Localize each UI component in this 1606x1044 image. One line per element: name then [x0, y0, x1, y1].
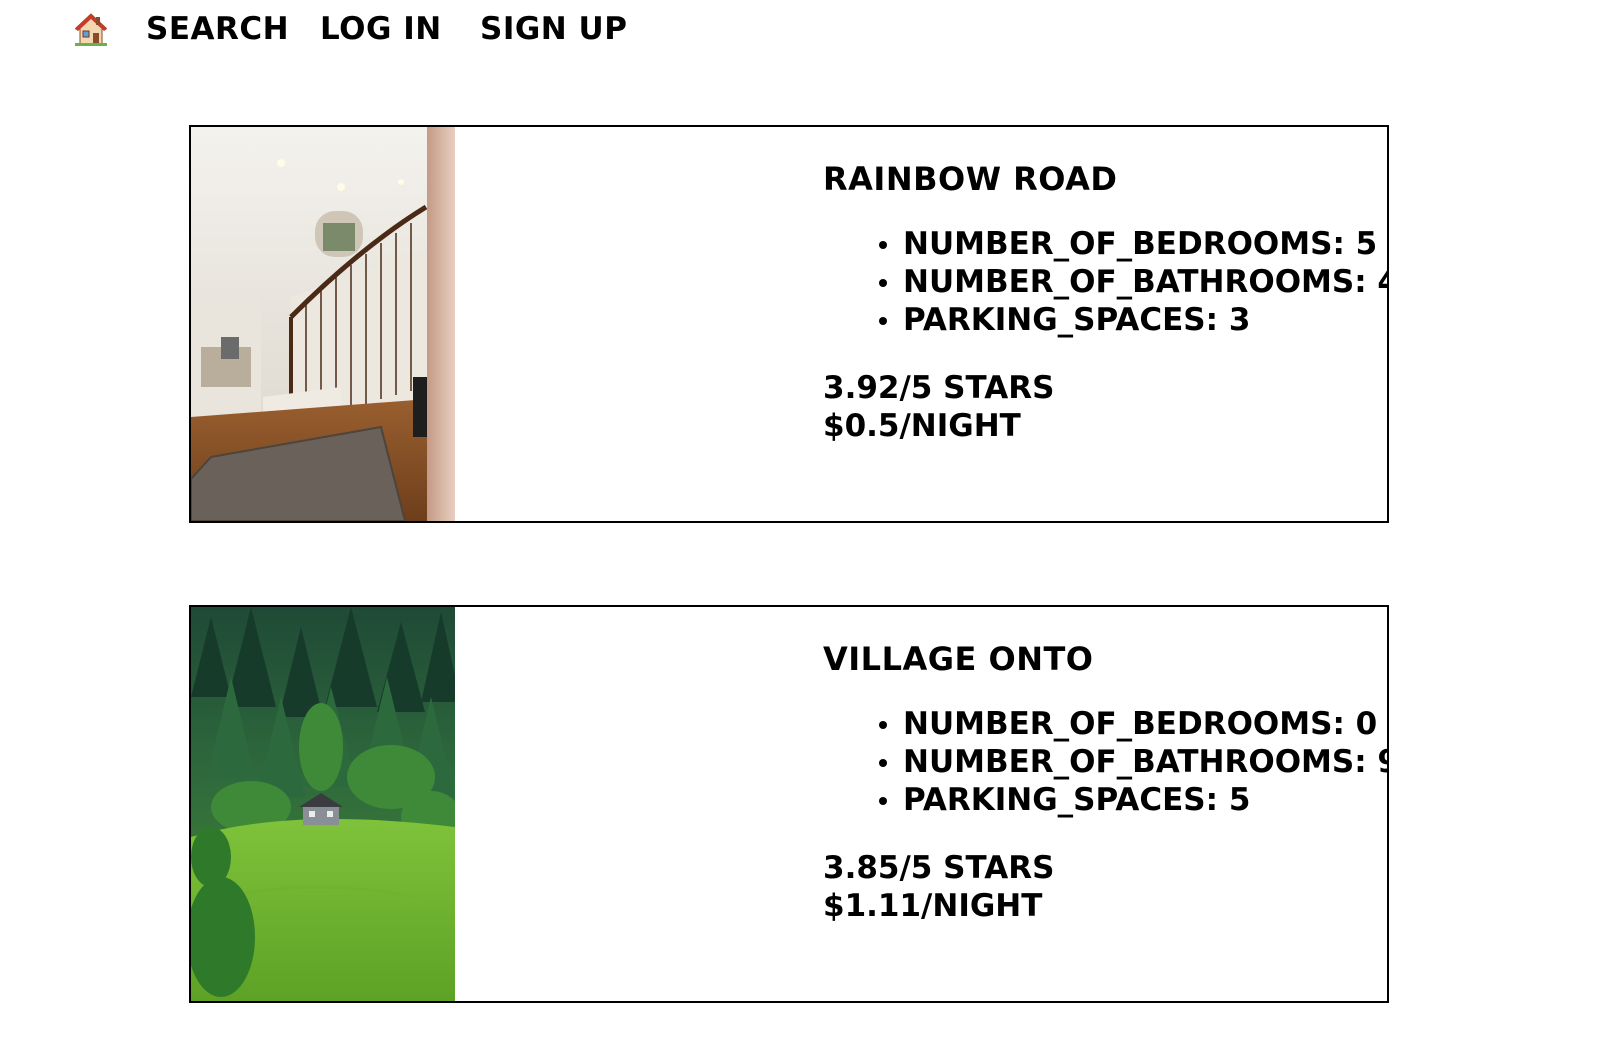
listing-detail-bathrooms: number_of_bathrooms: 4	[879, 264, 1389, 300]
home-icon[interactable]	[74, 12, 108, 46]
listing-info: Village Onto number_of_bedrooms: 0 numbe…	[823, 639, 1389, 925]
top-nav: Search Log In Sign Up	[0, 0, 1606, 60]
listing-image-forest-cabin	[191, 607, 455, 1001]
listing-card[interactable]: Village Onto number_of_bedrooms: 0 numbe…	[189, 605, 1389, 1003]
listing-detail-parking: parking_spaces: 3	[879, 301, 1387, 339]
listing-details-list: number_of_bedrooms: 0 number_of_bathroom…	[823, 705, 1389, 819]
nav-search-link[interactable]: Search	[146, 10, 289, 48]
listing-image-interior-staircase	[191, 127, 455, 521]
listing-title[interactable]: Rainbow Road	[823, 159, 1387, 199]
listing-detail-bedrooms: number_of_bedrooms: 5	[879, 225, 1387, 263]
listing-title[interactable]: Village Onto	[823, 639, 1387, 679]
listing-detail-parking: parking_spaces: 5	[879, 781, 1387, 819]
listing-info: Rainbow Road number_of_bedrooms: 5 numbe…	[823, 159, 1389, 445]
listing-price: $1.11/night	[823, 888, 1043, 924]
listing-details-list: number_of_bedrooms: 5 number_of_bathroom…	[823, 225, 1389, 339]
nav-signup-link[interactable]: Sign Up	[480, 10, 627, 48]
listing-detail-bedrooms: number_of_bedrooms: 0	[879, 705, 1387, 743]
listing-price: $0.5/night	[823, 408, 1021, 444]
listing-detail-bathrooms: number_of_bathrooms: 9	[879, 744, 1389, 780]
nav-login-link[interactable]: Log In	[320, 10, 442, 48]
listing-rating: 3.85/5 stars	[823, 850, 1055, 886]
listing-rating: 3.92/5 stars	[823, 370, 1055, 406]
listing-card[interactable]: Rainbow Road number_of_bedrooms: 5 numbe…	[189, 125, 1389, 523]
